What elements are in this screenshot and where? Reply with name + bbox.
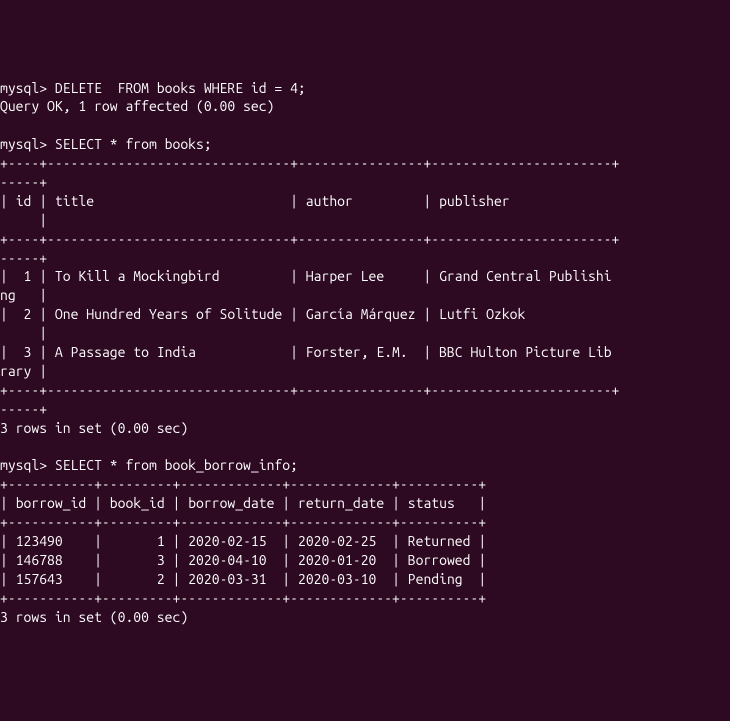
- table-separator-wrap: -----+: [0, 174, 47, 190]
- sql-command-select-borrow: SELECT * from book_borrow_info;: [55, 457, 298, 473]
- row-count: 3 rows in set (0.00 sec): [0, 609, 188, 625]
- cell-id: 3: [24, 344, 32, 360]
- cell-publisher: Grand Central Publishi: [439, 268, 611, 284]
- col-return-date: return_date: [298, 495, 384, 511]
- col-author: author: [306, 193, 353, 209]
- table-separator: +----+-------------------------------+--…: [0, 231, 619, 247]
- cell-book-id: 3: [157, 552, 165, 568]
- cell-return-date: 2020-01-20: [298, 552, 376, 568]
- sql-command-delete: DELETE FROM books WHERE id = 4;: [55, 80, 306, 96]
- mysql-prompt: mysql>: [0, 80, 47, 96]
- cell-return-date: 2020-03-10: [298, 571, 376, 587]
- cell-title: A Passage to India: [55, 344, 196, 360]
- cell-return-date: 2020-02-25: [298, 533, 376, 549]
- cell-publisher-wrap: ng: [0, 287, 16, 303]
- table-separator: +-----------+---------+-------------+---…: [0, 514, 486, 530]
- row-count: 3 rows in set (0.00 sec): [0, 420, 188, 436]
- cell-status: Returned: [408, 533, 471, 549]
- cell-id: 2: [24, 306, 32, 322]
- col-borrow-id: borrow_id: [16, 495, 87, 511]
- cell-publisher: Lutfi Ozkok: [439, 306, 525, 322]
- cell-title: To Kill a Mockingbird: [55, 268, 220, 284]
- table-separator: +----+-------------------------------+--…: [0, 155, 619, 171]
- cell-borrow-date: 2020-02-15: [188, 533, 266, 549]
- query-result: Query OK, 1 row affected (0.00 sec): [0, 98, 274, 114]
- col-publisher: publisher: [439, 193, 510, 209]
- mysql-prompt: mysql>: [0, 457, 47, 473]
- sql-command-select-books: SELECT * from books;: [55, 136, 212, 152]
- table-separator: +-----------+---------+-------------+---…: [0, 476, 486, 492]
- col-id: id: [16, 193, 32, 209]
- cell-status: Borrowed: [408, 552, 471, 568]
- cell-author: Harper Lee: [306, 268, 384, 284]
- table-separator: +-----------+---------+-------------+---…: [0, 590, 486, 606]
- cell-borrow-id: 146788: [16, 552, 63, 568]
- table-separator-wrap: -----+: [0, 401, 47, 417]
- table-separator-wrap: -----+: [0, 250, 47, 266]
- col-book-id: book_id: [110, 495, 165, 511]
- cell-title: One Hundred Years of Solitude: [55, 306, 282, 322]
- cell-publisher: BBC Hulton Picture Lib: [439, 344, 611, 360]
- mysql-prompt: mysql>: [0, 136, 47, 152]
- cell-borrow-date: 2020-04-10: [188, 552, 266, 568]
- cell-status: Pending: [408, 571, 463, 587]
- cell-book-id: 1: [157, 533, 165, 549]
- col-title: title: [55, 193, 94, 209]
- terminal-output[interactable]: mysql> DELETE FROM books WHERE id = 4; Q…: [0, 76, 730, 627]
- cell-author: García Márquez: [306, 306, 416, 322]
- cell-borrow-date: 2020-03-31: [188, 571, 266, 587]
- cell-borrow-id: 123490: [16, 533, 63, 549]
- cell-author: Forster, E.M.: [306, 344, 408, 360]
- table-separator: +----+-------------------------------+--…: [0, 382, 619, 398]
- cell-book-id: 2: [157, 571, 165, 587]
- cell-publisher-wrap: rary: [0, 363, 31, 379]
- cell-borrow-id: 157643: [16, 571, 63, 587]
- col-status: status: [408, 495, 455, 511]
- col-borrow-date: borrow_date: [188, 495, 274, 511]
- cell-id: 1: [24, 268, 32, 284]
